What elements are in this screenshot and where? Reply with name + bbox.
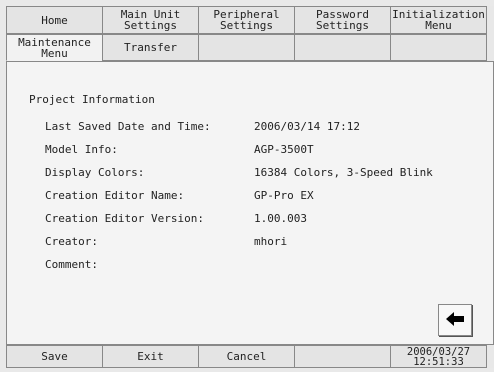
info-value: GP-Pro EX — [254, 189, 314, 202]
tab-empty-3 — [390, 34, 487, 61]
tab-initialization-menu[interactable]: Initialization Menu — [390, 6, 487, 34]
save-button[interactable]: Save — [6, 345, 103, 368]
clock-time: 12:51:33 — [413, 355, 464, 368]
clock-date: 2006/03/27 — [406, 345, 471, 358]
second-tab-row: Maintenance Menu Transfer — [6, 34, 487, 61]
tab-maintenance-menu[interactable]: Maintenance Menu — [6, 34, 103, 61]
info-value: 1.00.003 — [254, 212, 307, 225]
info-label: Model Info: — [45, 143, 118, 156]
panel-heading: Project Information — [29, 93, 155, 106]
info-label: Display Colors: — [45, 166, 145, 179]
info-label: Creation Editor Name: — [45, 189, 185, 202]
empty-button — [294, 345, 391, 368]
info-value: AGP-3500T — [254, 143, 314, 156]
tab-empty-1 — [198, 34, 295, 61]
info-label: Creation Editor Version: — [45, 212, 204, 225]
back-button[interactable] — [438, 304, 472, 336]
info-value: 16384 Colors, 3-Speed Blink — [254, 166, 433, 179]
info-value: mhori — [254, 235, 288, 248]
cancel-button[interactable]: Cancel — [198, 345, 295, 368]
info-label: Comment: — [45, 258, 98, 271]
tab-empty-2 — [294, 34, 391, 61]
bottom-bar: Save Exit Cancel 2006/03/27 12:51:33 — [6, 345, 487, 368]
info-label: Creator: — [45, 235, 98, 248]
info-label: Last Saved Date and Time: — [45, 120, 211, 133]
project-information-panel: Project Information Last Saved Date and … — [6, 61, 494, 345]
info-value: 2006/03/14 17:12 — [254, 120, 360, 133]
tab-peripheral-settings[interactable]: Peripheral Settings — [198, 6, 295, 34]
tab-main-unit-settings[interactable]: Main Unit Settings — [102, 6, 199, 34]
tab-transfer[interactable]: Transfer — [102, 34, 199, 61]
top-tab-row: Home Main Unit Settings Peripheral Setti… — [6, 6, 487, 34]
tab-password-settings[interactable]: Password Settings — [294, 6, 391, 34]
tab-home[interactable]: Home — [6, 6, 103, 34]
settings-screen: Home Main Unit Settings Peripheral Setti… — [6, 6, 494, 368]
exit-button[interactable]: Exit — [102, 345, 199, 368]
left-arrow-icon — [446, 311, 464, 329]
clock-display: 2006/03/27 12:51:33 — [390, 345, 487, 368]
